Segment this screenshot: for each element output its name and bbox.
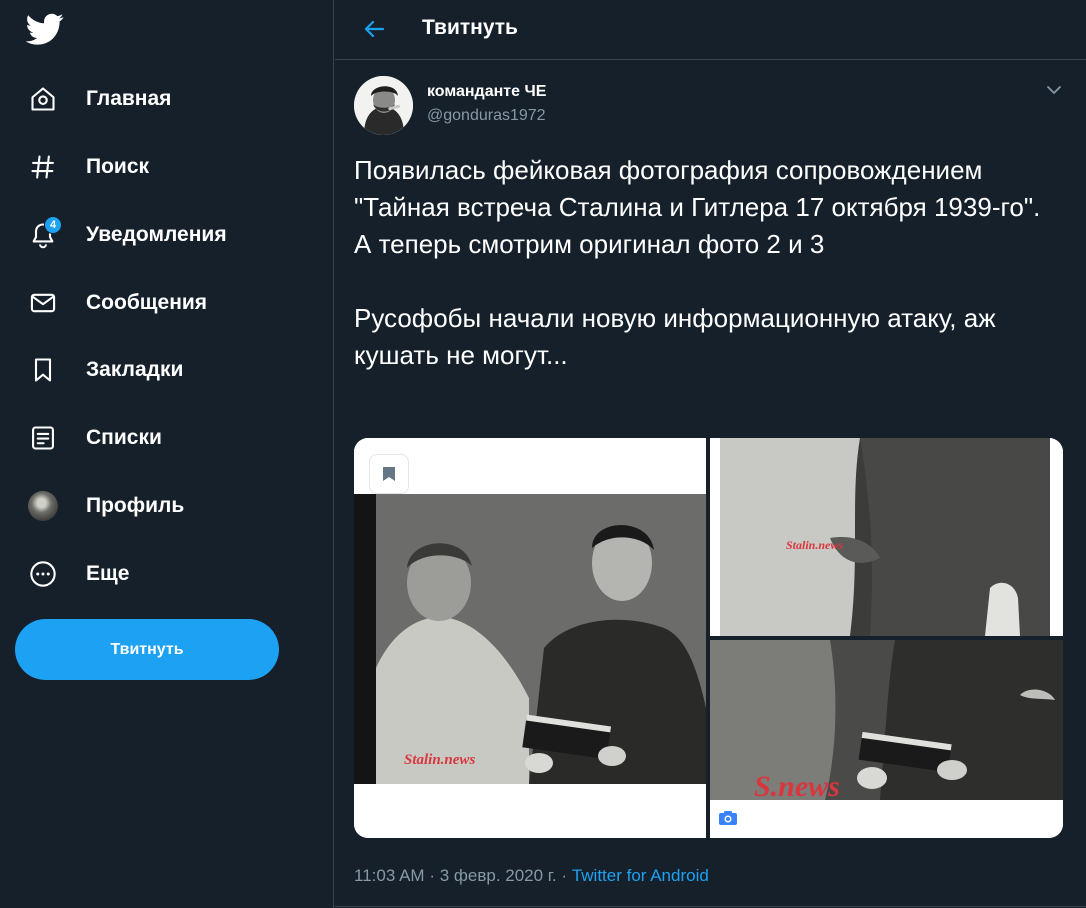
sidebar-item-label: Поиск [86, 155, 150, 178]
photo-watermark: S.news [754, 770, 840, 803]
bell-icon: 4 [28, 216, 62, 250]
sidebar-item-search[interactable]: Поиск [16, 142, 161, 192]
sidebar-item-messages[interactable]: Сообщения [16, 278, 219, 328]
tweet-time[interactable]: 11:03 AM [354, 866, 425, 885]
tweet-button[interactable]: Твитнуть [15, 619, 279, 680]
photo-2[interactable]: Stalin.news [710, 438, 1063, 636]
sidebar-item-bookmarks[interactable]: Закладки [16, 345, 195, 395]
photo-watermark: Stalin.news [404, 752, 476, 768]
sidebar-item-label: Еще [86, 562, 130, 585]
main-column: Твитнуть команданте ЧЕ @gonduras1972 Поя… [335, 0, 1086, 908]
separator: · [561, 866, 568, 885]
home-icon [28, 84, 58, 114]
separator: · [429, 866, 435, 885]
sidebar-item-label: Закладки [86, 358, 184, 381]
hashtag-icon [28, 152, 58, 182]
sidebar-item-label: Сообщения [86, 291, 208, 314]
tweet-source-link[interactable]: Twitter for Android [572, 866, 709, 885]
sidebar-item-more[interactable]: Еще [16, 549, 141, 599]
author-handle[interactable]: @gonduras1972 [427, 107, 546, 125]
camera-icon [718, 810, 738, 826]
photo-1[interactable]: Stalin.news [354, 438, 706, 838]
photo-watermark: Stalin.news [786, 538, 844, 552]
twitter-bird-icon[interactable] [25, 10, 64, 48]
bookmark-icon[interactable] [369, 454, 409, 494]
chevron-down-icon[interactable] [1043, 82, 1065, 98]
photo-3[interactable]: S.news [710, 640, 1063, 838]
author-avatar[interactable] [354, 76, 413, 135]
envelope-icon [28, 288, 58, 318]
notification-badge: 4 [44, 216, 62, 234]
profile-avatar [28, 491, 58, 521]
tweet-date[interactable]: 3 февр. 2020 г. [440, 866, 557, 885]
author-name[interactable]: команданте ЧЕ [427, 83, 546, 101]
media-grid: Stalin.news Stalin.news S.news [354, 438, 1063, 838]
more-circle-icon [28, 559, 58, 589]
sidebar-item-notifications[interactable]: 4 Уведомления [16, 210, 239, 260]
sidebar-item-home[interactable]: Главная [16, 74, 183, 124]
bookmark-icon [28, 355, 58, 385]
list-icon [28, 423, 58, 453]
sidebar-item-profile[interactable]: Профиль [16, 481, 196, 531]
sidebar-item-label: Уведомления [86, 223, 227, 246]
arrow-left-icon[interactable] [359, 13, 391, 45]
sidebar-item-label: Главная [86, 87, 172, 110]
divider [335, 906, 1086, 907]
tweet-timestamp: 11:03 AM · 3 февр. 2020 г. · Twitter for… [354, 866, 709, 886]
tweet-text: Появилась фейковая фотография сопровожде… [354, 155, 1041, 370]
sidebar: Главная Поиск 4 Уведомления Сообщения За… [0, 0, 334, 908]
sidebar-item-label: Профиль [86, 494, 185, 517]
sidebar-item-lists[interactable]: Списки [16, 413, 174, 463]
page-header: Твитнуть [335, 0, 1086, 60]
page-title: Твитнуть [422, 16, 518, 39]
sidebar-item-label: Списки [86, 426, 162, 449]
